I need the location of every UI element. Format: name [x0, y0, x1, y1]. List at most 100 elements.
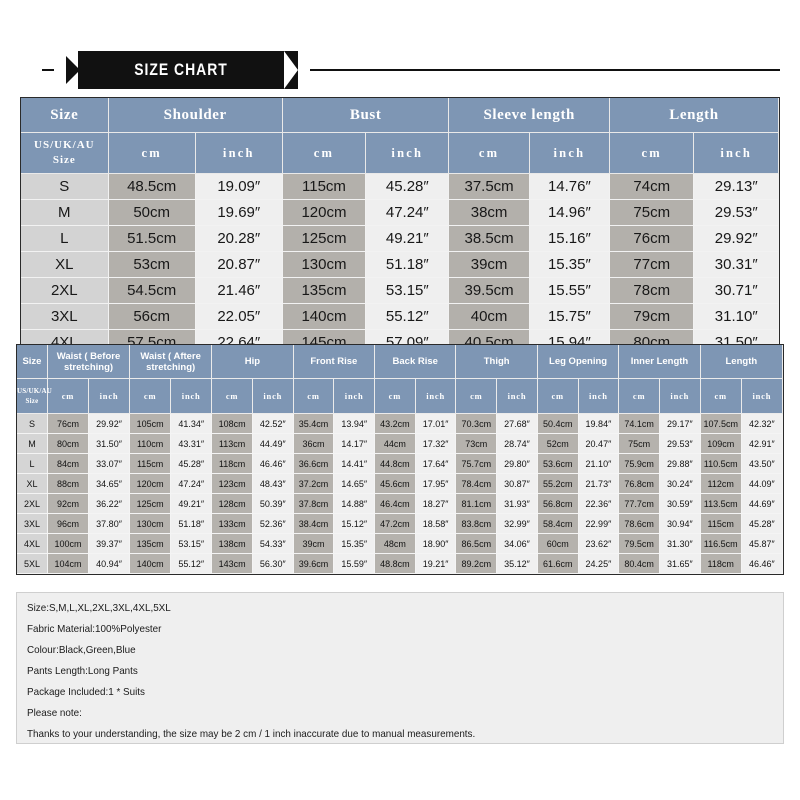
- pants-cell-value: 54.33″: [252, 533, 294, 554]
- pants-cell-value: 30.87″: [496, 473, 538, 494]
- pants-header-size: Size: [17, 345, 48, 379]
- tops-cell-value: 51.5cm: [108, 225, 196, 252]
- pants-cell-value: 143cm: [211, 553, 253, 574]
- tops-unit-sleeve-inch: inch: [529, 132, 611, 174]
- pants-cell-value: 34.65″: [88, 473, 131, 494]
- pants-cell-value: 19.21″: [415, 553, 457, 574]
- pants-cell-value: 44.49″: [252, 433, 294, 454]
- pants-cell-value: 108cm: [211, 413, 253, 434]
- pants-cell-value: 120cm: [129, 473, 172, 494]
- pants-cell-value: 39.37″: [88, 533, 131, 554]
- tops-header-size: Size: [21, 98, 109, 133]
- pants-cell-value: 51.18″: [170, 513, 213, 534]
- pants-size-standard-line1: US/UK/AU: [17, 387, 53, 395]
- pants-cell-size: 4XL: [17, 533, 48, 554]
- pants-cell-value: 104cm: [47, 553, 90, 574]
- pants-cell-value: 18.58″: [415, 513, 457, 534]
- tops-cell-value: 77cm: [609, 251, 695, 278]
- tops-cell-value: 47.24″: [365, 199, 450, 226]
- pants-cell-value: 36.22″: [88, 493, 131, 514]
- pants-cell-value: 39.6cm: [293, 553, 335, 574]
- tops-cell-value: 55.12″: [365, 303, 450, 330]
- pants-cell-value: 73cm: [455, 433, 498, 454]
- pants-cell-value: 45.28″: [170, 453, 213, 474]
- pants-cell-value: 47.24″: [170, 473, 213, 494]
- table-row: 2XL 54.5cm 21.46″ 135cm 53.15″ 39.5cm 15.55″ 78…: [21, 277, 779, 304]
- pants-cell-value: 74.1cm: [618, 413, 660, 434]
- tops-unit-bust-cm: cm: [282, 132, 367, 174]
- pants-cell-value: 96cm: [47, 513, 90, 534]
- pants-cell-value: 138cm: [211, 533, 253, 554]
- tops-cell-value: 75cm: [609, 199, 695, 226]
- table-row: 3XL 56cm 22.05″ 140cm 55.12″ 40cm 15.75″ 79cm 31…: [21, 303, 779, 330]
- pants-cell-value: 15.59″: [333, 553, 376, 574]
- pants-cell-value: 44.8cm: [374, 453, 416, 474]
- tops-cell-value: 130cm: [282, 251, 367, 278]
- tops-cell-value: 50cm: [108, 199, 196, 226]
- pants-cell-value: 140cm: [129, 553, 172, 574]
- pants-unit-hip-cm: cm: [211, 378, 253, 414]
- tops-size-table-wrapper: Size Shoulder Bust Sleeve length Length …: [20, 97, 780, 383]
- pants-cell-value: 45.87″: [741, 533, 784, 554]
- tops-cell-size: XL: [21, 251, 109, 278]
- pants-header-size-standard: US/UK/AU Size: [17, 378, 53, 414]
- pants-cell-value: 29.17″: [659, 413, 701, 434]
- table-row: 3XL 96cm 37.80″ 130cm 51.18″ 133cm 52.36″ 38.4c…: [17, 513, 784, 534]
- tops-size-standard-line2: Size: [52, 154, 76, 166]
- pants-cell-value: 75cm: [618, 433, 660, 454]
- pants-unit-thigh-cm: cm: [455, 378, 498, 414]
- tops-cell-value: 20.28″: [195, 225, 283, 252]
- pants-unit-waist-before-inch: inch: [88, 378, 131, 414]
- pants-cell-value: 55.2cm: [537, 473, 579, 494]
- pants-cell-value: 23.62″: [578, 533, 620, 554]
- pants-cell-value: 75.9cm: [618, 453, 660, 474]
- pants-cell-value: 17.32″: [415, 433, 457, 454]
- pants-cell-value: 44.69″: [741, 493, 784, 514]
- pants-cell-value: 35.4cm: [293, 413, 335, 434]
- pants-cell-value: 31.93″: [496, 493, 538, 514]
- pants-cell-value: 52.36″: [252, 513, 294, 534]
- tops-cell-value: 37.5cm: [448, 173, 530, 200]
- pants-cell-value: 53.6cm: [537, 453, 579, 474]
- pants-cell-value: 45.6cm: [374, 473, 416, 494]
- tops-header-size-standard: US/UK/AU Size: [21, 132, 109, 174]
- pants-cell-value: 42.91″: [741, 433, 784, 454]
- tops-header-sleeve-length: Sleeve length: [448, 98, 611, 133]
- tops-cell-size: S: [21, 173, 109, 200]
- pants-cell-value: 14.88″: [333, 493, 376, 514]
- note-line: Fabric Material:100%Polyester: [27, 623, 162, 635]
- tops-cell-value: 15.55″: [529, 277, 611, 304]
- pants-cell-value: 105cm: [129, 413, 172, 434]
- pants-size-standard-line2: Size: [25, 397, 39, 405]
- pants-cell-value: 15.35″: [333, 533, 376, 554]
- note-line: Package Included:1 * Suits: [27, 686, 145, 698]
- tops-cell-value: 15.16″: [529, 225, 611, 252]
- tops-cell-value: 56cm: [108, 303, 196, 330]
- pants-cell-value: 125cm: [129, 493, 172, 514]
- pants-cell-value: 110.5cm: [700, 453, 742, 474]
- pants-cell-value: 20.47″: [578, 433, 620, 454]
- pants-header-inner-length: Inner Length: [618, 345, 701, 379]
- pants-cell-value: 18.90″: [415, 533, 457, 554]
- pants-cell-size: 2XL: [17, 493, 48, 514]
- tops-cell-value: 76cm: [609, 225, 695, 252]
- tops-cell-value: 78cm: [609, 277, 695, 304]
- pants-cell-value: 78.6cm: [618, 513, 660, 534]
- pants-cell-value: 38.4cm: [293, 513, 335, 534]
- pants-cell-value: 34.06″: [496, 533, 538, 554]
- tops-unit-shoulder-inch: inch: [195, 132, 283, 174]
- tops-cell-size: 3XL: [21, 303, 109, 330]
- pants-cell-value: 88cm: [47, 473, 90, 494]
- tops-cell-value: 21.46″: [195, 277, 283, 304]
- pants-cell-value: 43.31″: [170, 433, 213, 454]
- pants-cell-value: 46.46″: [252, 453, 294, 474]
- pants-cell-value: 49.21″: [170, 493, 213, 514]
- pants-unit-leg-opening-inch: inch: [578, 378, 620, 414]
- tops-cell-size: 2XL: [21, 277, 109, 304]
- tops-cell-size: L: [21, 225, 109, 252]
- pants-cell-value: 28.74″: [496, 433, 538, 454]
- pants-table-body: S 76cm 29.92″ 105cm 41.34″ 108cm 42.52″ 35.4cm 1…: [17, 413, 784, 574]
- pants-cell-value: 13.94″: [333, 413, 376, 434]
- tops-size-standard-line1: US/UK/AU: [34, 139, 95, 151]
- pants-cell-value: 39cm: [293, 533, 335, 554]
